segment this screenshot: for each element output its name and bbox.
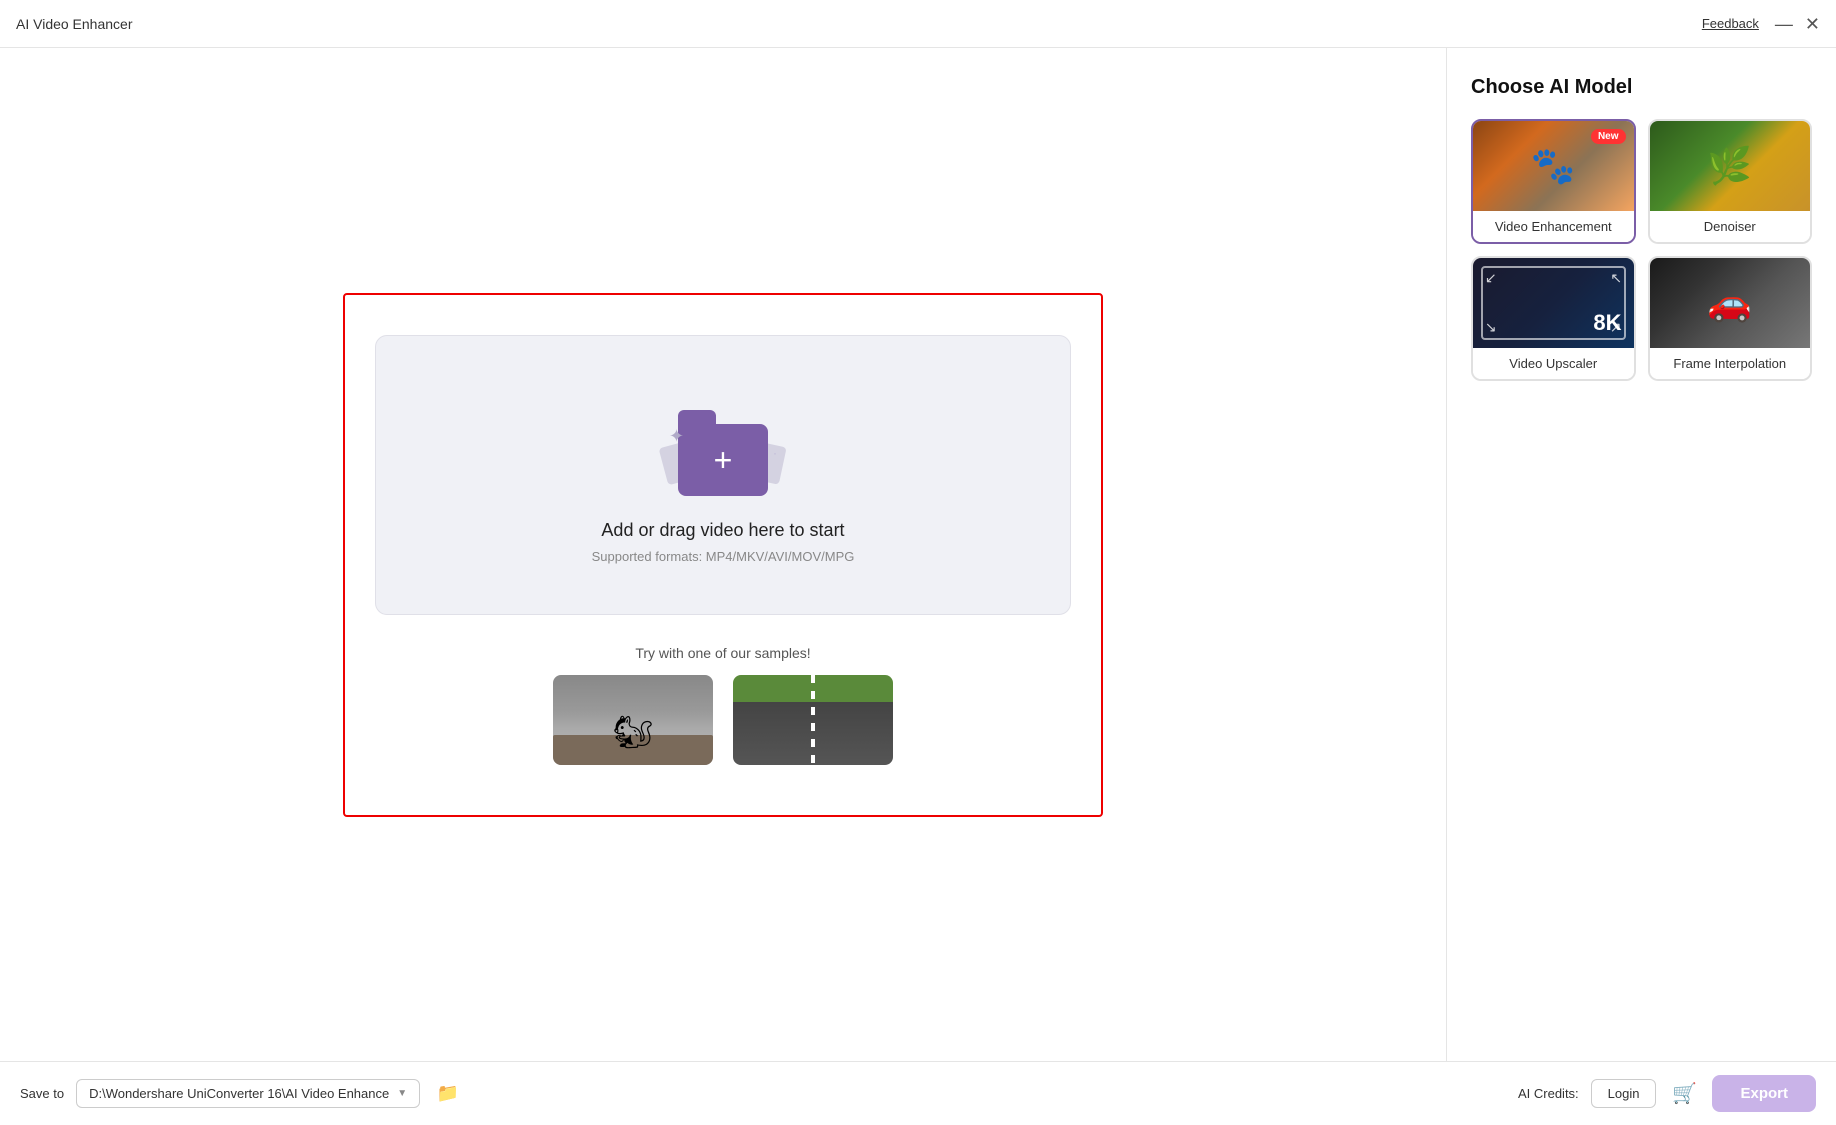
upload-subtitle: Supported formats: MP4/MKV/AVI/MOV/MPG: [592, 549, 855, 564]
folder-browse-button[interactable]: 📁: [432, 1078, 464, 1110]
folder-icon: +: [678, 424, 768, 496]
upload-title: Add or drag video here to start: [601, 520, 844, 541]
arrow-tl-icon: ↗: [1485, 270, 1497, 287]
folder-open-icon: 📁: [437, 1083, 459, 1104]
dropdown-arrow-icon: ▼: [397, 1088, 407, 1099]
right-panel: Choose AI Model New Video Enhancement De…: [1446, 48, 1836, 1061]
title-bar-right: Feedback — ✕: [1702, 15, 1820, 33]
login-button[interactable]: Login: [1591, 1079, 1657, 1108]
feedback-link[interactable]: Feedback: [1702, 16, 1759, 31]
app-title: AI Video Enhancer: [16, 16, 133, 32]
model-label-upscaler: Video Upscaler: [1473, 348, 1634, 379]
samples-title: Try with one of our samples!: [635, 645, 810, 661]
model-card-interpolation[interactable]: Frame Interpolation: [1648, 256, 1813, 381]
samples-section: Try with one of our samples!: [375, 645, 1071, 765]
model-label-interpolation: Frame Interpolation: [1650, 348, 1811, 379]
sample-squirrel-thumb[interactable]: [553, 675, 713, 765]
model-card-denoiser[interactable]: Denoiser: [1648, 119, 1813, 244]
upload-box[interactable]: + ✦ · Add or drag video here to start Su…: [375, 335, 1071, 615]
content-area: + ✦ · Add or drag video here to start Su…: [0, 48, 1446, 1061]
upscaler-8k-label: 8K: [1593, 310, 1621, 336]
model-label-denoiser: Denoiser: [1650, 211, 1811, 242]
arrow-tr-icon: ↗: [1607, 273, 1624, 285]
main-layout: + ✦ · Add or drag video here to start Su…: [0, 48, 1836, 1061]
model-thumb-denoiser: [1650, 121, 1811, 211]
export-button[interactable]: Export: [1712, 1075, 1816, 1112]
save-path-text: D:\Wondershare UniConverter 16\AI Video …: [89, 1086, 389, 1101]
save-to-label: Save to: [20, 1086, 64, 1101]
close-button[interactable]: ✕: [1805, 15, 1820, 33]
panel-title: Choose AI Model: [1471, 76, 1812, 99]
save-path-select[interactable]: D:\Wondershare UniConverter 16\AI Video …: [76, 1079, 420, 1108]
plus-icon: +: [714, 444, 733, 476]
sparkle-left-icon: ✦: [669, 426, 684, 447]
minimize-button[interactable]: —: [1775, 15, 1793, 33]
folder-icon-wrapper: + ✦ ·: [663, 396, 783, 496]
sample-highway-thumb[interactable]: [733, 675, 893, 765]
drop-zone-border[interactable]: + ✦ · Add or drag video here to start Su…: [343, 293, 1103, 817]
model-thumb-interpolation: [1650, 258, 1811, 348]
bottom-bar: Save to D:\Wondershare UniConverter 16\A…: [0, 1061, 1836, 1125]
model-card-enhancement[interactable]: New Video Enhancement: [1471, 119, 1636, 244]
model-label-enhancement: Video Enhancement: [1473, 211, 1634, 242]
cart-icon[interactable]: 🛒: [1668, 1078, 1700, 1110]
model-card-upscaler[interactable]: ↗ ↗ ↗ ↗ 8K Video Upscaler: [1471, 256, 1636, 381]
new-badge-enhancement: New: [1591, 129, 1626, 144]
model-grid: New Video Enhancement Denoiser ↗ ↗ ↗ ↗ 8…: [1471, 119, 1812, 381]
samples-row: [553, 675, 893, 765]
model-thumb-upscaler: ↗ ↗ ↗ ↗ 8K: [1473, 258, 1634, 348]
ai-credits-label: AI Credits:: [1518, 1086, 1579, 1101]
window-controls: — ✕: [1775, 15, 1820, 33]
arrow-bl-icon: ↗: [1482, 322, 1499, 334]
sparkle-right-icon: ·: [773, 446, 777, 460]
title-bar: AI Video Enhancer Feedback — ✕: [0, 0, 1836, 48]
